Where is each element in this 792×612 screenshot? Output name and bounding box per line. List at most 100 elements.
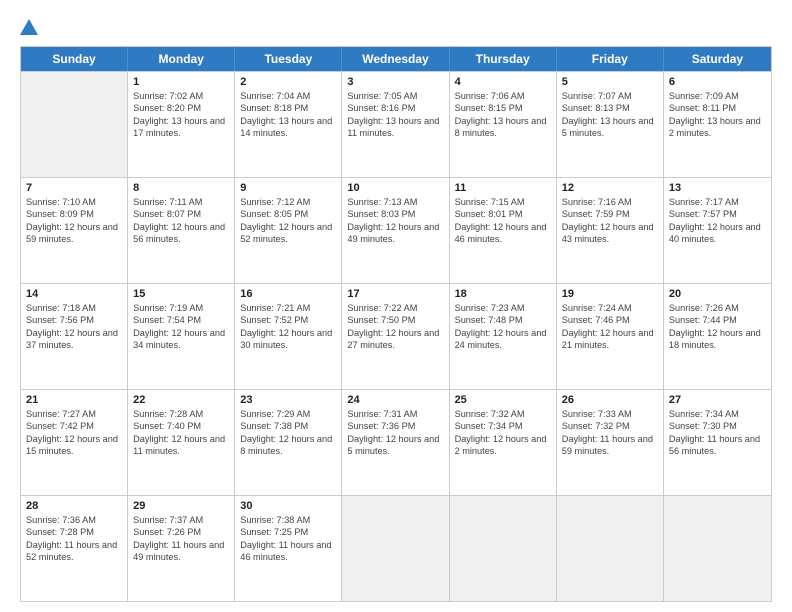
sunrise-text: Sunrise: 7:16 AM	[562, 196, 658, 208]
daylight-text: Daylight: 12 hours and 43 minutes.	[562, 221, 658, 246]
calendar-week-row: 28Sunrise: 7:36 AMSunset: 7:28 PMDayligh…	[21, 495, 771, 601]
sunrise-text: Sunrise: 7:34 AM	[669, 408, 766, 420]
sunset-text: Sunset: 7:34 PM	[455, 420, 551, 432]
daylight-text: Daylight: 12 hours and 30 minutes.	[240, 327, 336, 352]
sunrise-text: Sunrise: 7:32 AM	[455, 408, 551, 420]
calendar-cell: 2Sunrise: 7:04 AMSunset: 8:18 PMDaylight…	[235, 72, 342, 177]
calendar-cell	[342, 496, 449, 601]
sunrise-text: Sunrise: 7:05 AM	[347, 90, 443, 102]
day-number: 16	[240, 288, 336, 300]
daylight-text: Daylight: 12 hours and 8 minutes.	[240, 433, 336, 458]
sunset-text: Sunset: 8:20 PM	[133, 102, 229, 114]
sunset-text: Sunset: 7:59 PM	[562, 208, 658, 220]
day-number: 7	[26, 182, 122, 194]
sunset-text: Sunset: 7:40 PM	[133, 420, 229, 432]
sunrise-text: Sunrise: 7:15 AM	[455, 196, 551, 208]
day-number: 17	[347, 288, 443, 300]
calendar-body: 1 Sunrise: 7:02 AMSunset: 8:20 PM Daylight…	[21, 71, 771, 601]
day-number: 9	[240, 182, 336, 194]
calendar-cell: 4Sunrise: 7:06 AMSunset: 8:15 PMDaylight…	[450, 72, 557, 177]
sunrise-text: Sunrise: 7:33 AM	[562, 408, 658, 420]
day-number: 1	[133, 76, 229, 88]
daylight-text: Daylight: 11 hours and 56 minutes.	[669, 433, 766, 458]
daylight-text: Daylight: 12 hours and 27 minutes.	[347, 327, 443, 352]
sunset-text: Sunset: 7:56 PM	[26, 314, 122, 326]
daylight-text: Daylight: 12 hours and 18 minutes.	[669, 327, 766, 352]
calendar-cell: 17Sunrise: 7:22 AMSunset: 7:50 PMDayligh…	[342, 284, 449, 389]
sunset-text: Sunset: 7:38 PM	[240, 420, 336, 432]
daylight-text: Daylight: 12 hours and 11 minutes.	[133, 433, 229, 458]
cal-header-day: Saturday	[664, 47, 771, 71]
cal-header-day: Wednesday	[342, 47, 449, 71]
sunrise-text: Sunrise: 7:29 AM	[240, 408, 336, 420]
day-number: 10	[347, 182, 443, 194]
sunrise-text: Sunrise: 7:12 AM	[240, 196, 336, 208]
daylight-text: Daylight: 11 hours and 46 minutes.	[240, 539, 336, 564]
daylight-text: Daylight: 12 hours and 34 minutes.	[133, 327, 229, 352]
sunset-text: Sunset: 7:25 PM	[240, 526, 336, 538]
calendar-cell: 22Sunrise: 7:28 AMSunset: 7:40 PMDayligh…	[128, 390, 235, 495]
day-number: 12	[562, 182, 658, 194]
daylight-text: Daylight: 13 hours and 8 minutes.	[455, 115, 551, 140]
calendar-cell: 29Sunrise: 7:37 AMSunset: 7:26 PMDayligh…	[128, 496, 235, 601]
daylight-text: Daylight: 12 hours and 24 minutes.	[455, 327, 551, 352]
daylight-text: Daylight: 11 hours and 52 minutes.	[26, 539, 122, 564]
calendar-cell: 18Sunrise: 7:23 AMSunset: 7:48 PMDayligh…	[450, 284, 557, 389]
sunrise-text: Sunrise: 7:31 AM	[347, 408, 443, 420]
sunrise-text: Sunrise: 7:18 AM	[26, 302, 122, 314]
sunrise-text: Sunrise: 7:11 AM	[133, 196, 229, 208]
day-number: 19	[562, 288, 658, 300]
sunset-text: Sunset: 8:16 PM	[347, 102, 443, 114]
daylight-text: Daylight: 12 hours and 59 minutes.	[26, 221, 122, 246]
day-number: 24	[347, 394, 443, 406]
daylight-text: Daylight: 13 hours and 2 minutes.	[669, 115, 766, 140]
day-number: 22	[133, 394, 229, 406]
daylight-text: Daylight: 12 hours and 15 minutes.	[26, 433, 122, 458]
sunset-text: Sunset: 8:13 PM	[562, 102, 658, 114]
sunset-text: Sunset: 7:44 PM	[669, 314, 766, 326]
calendar-cell: 6Sunrise: 7:09 AMSunset: 8:11 PMDaylight…	[664, 72, 771, 177]
page-header	[20, 18, 772, 36]
daylight-text: Daylight: 13 hours and 11 minutes.	[347, 115, 443, 140]
day-number: 11	[455, 182, 551, 194]
calendar-cell	[557, 496, 664, 601]
day-number: 20	[669, 288, 766, 300]
day-number: 14	[26, 288, 122, 300]
sunrise-text: Sunrise: 7:02 AM	[133, 90, 229, 102]
daylight-text: Daylight: 12 hours and 21 minutes.	[562, 327, 658, 352]
calendar-cell: 26Sunrise: 7:33 AMSunset: 7:32 PMDayligh…	[557, 390, 664, 495]
logo-triangle-icon	[20, 18, 38, 36]
sunrise-text: Sunrise: 7:19 AM	[133, 302, 229, 314]
daylight-text: Daylight: 12 hours and 49 minutes.	[347, 221, 443, 246]
calendar-cell	[450, 496, 557, 601]
cal-header-day: Tuesday	[235, 47, 342, 71]
sunset-text: Sunset: 8:18 PM	[240, 102, 336, 114]
calendar-cell: 27 Sunrise: 7:34 AMSunset: 7:30 PMDayligh…	[664, 390, 771, 495]
calendar-cell: 7Sunrise: 7:10 AMSunset: 8:09 PMDaylight…	[21, 178, 128, 283]
calendar-week-row: 21Sunrise: 7:27 AMSunset: 7:42 PMDayligh…	[21, 389, 771, 495]
sunset-text: Sunset: 7:28 PM	[26, 526, 122, 538]
day-number: 28	[26, 500, 122, 512]
sunset-text: Sunset: 7:42 PM	[26, 420, 122, 432]
sunset-text: Sunset: 8:11 PM	[669, 102, 766, 114]
daylight-text: Daylight: 11 hours and 49 minutes.	[133, 539, 229, 564]
sunset-text: Sunset: 7:30 PM	[669, 420, 766, 432]
sunset-text: Sunset: 7:36 PM	[347, 420, 443, 432]
daylight-text: Daylight: 12 hours and 5 minutes.	[347, 433, 443, 458]
sunrise-text: Sunrise: 7:26 AM	[669, 302, 766, 314]
sunset-text: Sunset: 8:07 PM	[133, 208, 229, 220]
daylight-text: Daylight: 12 hours and 37 minutes.	[26, 327, 122, 352]
sunrise-text: Sunrise: 7:27 AM	[26, 408, 122, 420]
calendar-cell: 25Sunrise: 7:32 AMSunset: 7:34 PMDayligh…	[450, 390, 557, 495]
day-number: 27	[669, 394, 766, 406]
day-number: 8	[133, 182, 229, 194]
calendar-week-row: 7Sunrise: 7:10 AMSunset: 8:09 PMDaylight…	[21, 177, 771, 283]
calendar-week-row: 1 Sunrise: 7:02 AMSunset: 8:20 PM Daylight…	[21, 71, 771, 177]
calendar-cell: 12 Sunrise: 7:16 AMSunset: 7:59 PMDayligh…	[557, 178, 664, 283]
daylight-text: Daylight: 11 hours and 59 minutes.	[562, 433, 658, 458]
day-number: 30	[240, 500, 336, 512]
sunrise-text: Sunrise: 7:21 AM	[240, 302, 336, 314]
calendar-cell	[664, 496, 771, 601]
calendar-cell: 14 Sunrise: 7:18 AMSunset: 7:56 PMDayligh…	[21, 284, 128, 389]
calendar-cell: 3Sunrise: 7:05 AMSunset: 8:16 PMDaylight…	[342, 72, 449, 177]
